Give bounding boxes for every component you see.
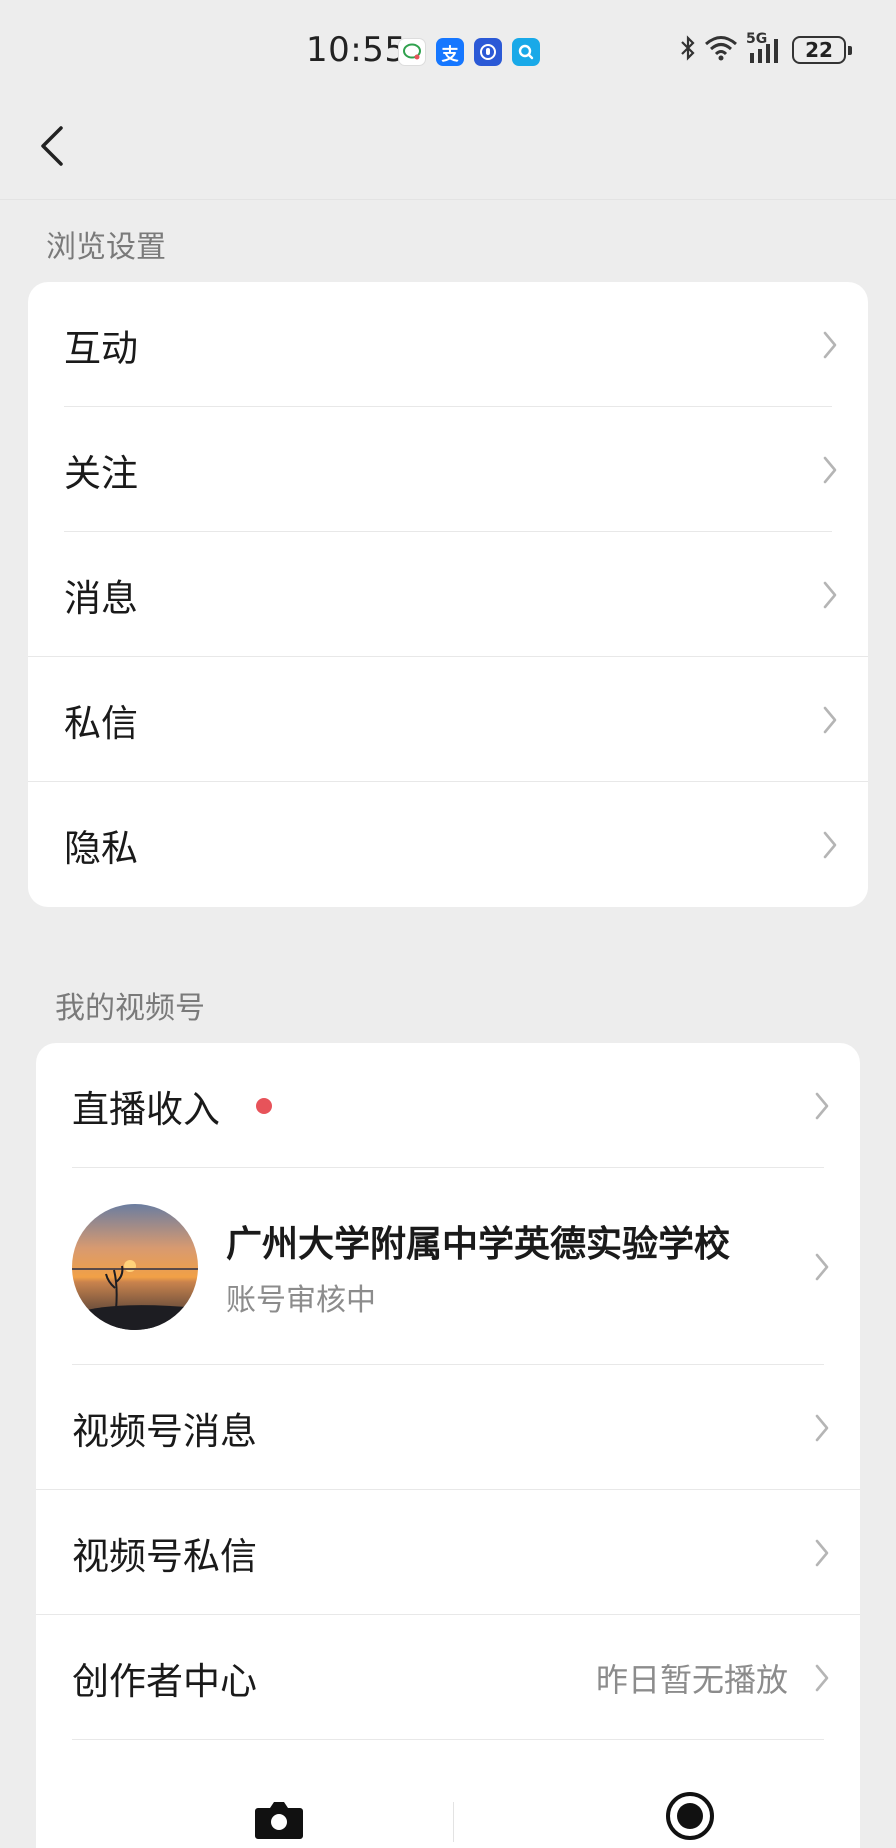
camera-icon (255, 1802, 303, 1839)
notification-icons: 支 (398, 38, 540, 66)
wifi-icon (704, 35, 738, 65)
profile-text: 广州大学附属中学英德实验学校 账号审核中 (226, 1215, 730, 1319)
my-channels-card: 直播收入 广州大学附属中学英德实验学校 账号审核中 视频号消息 视频号私信 创作… (36, 1043, 860, 1848)
alipay-icon: 支 (436, 38, 464, 66)
section-title-my-channels: 我的视频号 (55, 991, 205, 1026)
system-indicators: 5G 22 (680, 31, 852, 66)
chevron-left-icon (41, 126, 63, 166)
back-button[interactable] (24, 118, 80, 174)
hand-icon (474, 38, 502, 66)
channel-name: 广州大学附属中学英德实验学校 (226, 1223, 731, 1265)
chevron-right-icon (823, 581, 837, 608)
channel-profile-row[interactable]: 广州大学附属中学英德实验学校 账号审核中 (36, 1168, 860, 1365)
nav-divider (0, 199, 896, 200)
chevron-right-icon (823, 456, 837, 483)
chevron-right-icon (823, 831, 837, 858)
camera-button[interactable] (254, 1798, 304, 1840)
chevron-right-icon (815, 1539, 829, 1566)
battery-level: 22 (805, 38, 833, 62)
red-dot-badge (256, 1097, 272, 1114)
settings-item-privacy[interactable]: 隐私 (28, 782, 868, 907)
settings-item-label: 互动 (64, 326, 138, 370)
live-income-label: 直播收入 (72, 1087, 220, 1131)
settings-item-private-messages[interactable]: 私信 (28, 657, 868, 782)
creator-center-value: 昨日暂无播放 (595, 1660, 788, 1699)
battery-icon: 22 (792, 36, 852, 64)
channel-messages-label: 视频号消息 (72, 1409, 257, 1453)
settings-item-follow[interactable]: 关注 (28, 407, 868, 532)
settings-item-label: 隐私 (64, 826, 138, 870)
section-title-browse-settings: 浏览设置 (46, 230, 166, 265)
channel-private-messages-row[interactable]: 视频号私信 (36, 1490, 860, 1615)
chevron-right-icon (815, 1414, 829, 1441)
chevron-right-icon (823, 706, 837, 733)
settings-item-label: 关注 (64, 451, 138, 495)
chevron-right-icon (815, 1664, 829, 1691)
action-divider (453, 1802, 454, 1842)
chevron-right-icon (815, 1092, 829, 1119)
chevron-right-icon (815, 1253, 829, 1280)
channel-status: 账号审核中 (226, 1282, 376, 1318)
chevron-right-icon (823, 331, 837, 358)
channel-actions (36, 1740, 860, 1848)
creator-center-label: 创作者中心 (72, 1659, 257, 1703)
settings-item-messages[interactable]: 消息 (28, 532, 868, 657)
settings-item-label: 私信 (64, 701, 138, 745)
bubble-icon (398, 38, 426, 66)
settings-item-interaction[interactable]: 互动 (28, 282, 868, 407)
record-button[interactable] (664, 1790, 716, 1842)
channel-private-messages-label: 视频号私信 (72, 1534, 257, 1578)
status-bar: 10:55 支 5G 22 (0, 0, 896, 104)
creator-center-row[interactable]: 创作者中心 昨日暂无播放 (36, 1615, 860, 1740)
live-income-row[interactable]: 直播收入 (36, 1043, 860, 1168)
search-app-icon (512, 38, 540, 66)
browse-settings-card: 互动 关注 消息 私信 隐私 (28, 282, 868, 907)
settings-item-label: 消息 (64, 576, 138, 620)
status-time: 10:55 (306, 30, 407, 70)
channel-messages-row[interactable]: 视频号消息 (36, 1365, 860, 1490)
bluetooth-icon (680, 34, 696, 66)
record-icon (666, 1792, 714, 1840)
signal-icon: 5G (746, 31, 784, 65)
avatar (72, 1203, 198, 1330)
